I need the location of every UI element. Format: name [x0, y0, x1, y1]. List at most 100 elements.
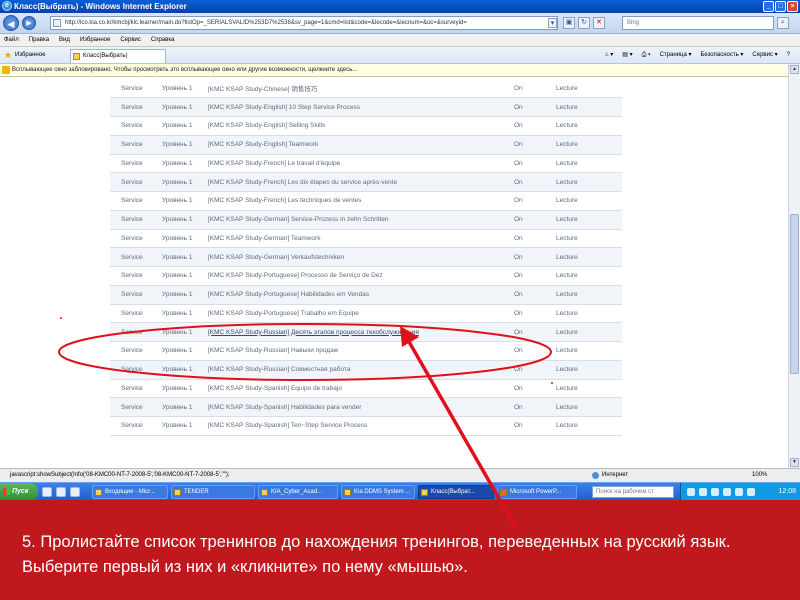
course-title-link-cell[interactable]: [KMC KSAP Study-French] Le travail d'équ… [206, 154, 514, 174]
address-bar[interactable]: http://lco.kia.co.kr/kmcbj/klc.learner/m… [50, 16, 558, 30]
quicklaunch-ie-icon[interactable] [42, 487, 52, 497]
course-title-link-cell[interactable]: [KMC KSAP Study-German] Service-Prozess … [206, 210, 514, 230]
print-icon[interactable]: ⎙ ▾ [642, 50, 651, 61]
course-title-link[interactable]: [KMC KSAP Study-French] Les dix étapes d… [208, 179, 397, 186]
course-title-link-cell[interactable]: [KMC KSAP Study-Chinese] 销售技巧 [206, 79, 514, 99]
course-title-link[interactable]: [KMC KSAP Study-English] Teamwork [208, 141, 318, 148]
task-tender-folder[interactable]: TENDER [171, 485, 255, 499]
menu-tools[interactable]: Сервис [120, 34, 141, 46]
course-title-link-cell[interactable]: [KMC KSAP Study-French] Les dix étapes d… [206, 172, 514, 192]
scroll-thumb[interactable] [790, 214, 799, 374]
course-title-link-cell[interactable]: [KMC KSAP Study-Spanish] Habilidades par… [206, 397, 514, 417]
task-class-select[interactable]: Класс(Выбрат... [418, 485, 494, 499]
popup-blocked-infobar[interactable]: Всплывающее окно заблокировано. Чтобы пр… [0, 64, 788, 77]
tray-volume-icon[interactable] [699, 488, 707, 496]
course-row[interactable]: Service Уровень 1 [KMC KSAP Study-Spanish]… [110, 416, 622, 436]
course-row[interactable]: Service Уровень 1 [KMC KSAP Study-Portugue… [110, 304, 622, 324]
tray-network-icon[interactable] [687, 488, 695, 496]
course-row[interactable]: Service Уровень 1 [KMC KSAP Study-French] … [110, 191, 622, 211]
course-row[interactable]: Service Уровень 1 [KMC KSAP Study-English]… [110, 97, 622, 117]
course-title-link-cell[interactable]: [KMC KSAP Study-German] Verkaufstechnike… [206, 247, 514, 267]
course-title-link-cell[interactable]: [KMC KSAP Study-Portuguese] Trabalho em … [206, 304, 514, 324]
course-row[interactable]: Service Уровень 1 [KMC KSAP Study-Russian]… [110, 360, 622, 380]
quicklaunch-explorer-icon[interactable] [70, 487, 80, 497]
scroll-up-arrow[interactable]: ▲ [790, 65, 799, 74]
course-row[interactable]: Service Уровень 1 [KMC KSAP Study-Spanish]… [110, 379, 622, 399]
course-title-link-cell[interactable]: [KMC KSAP Study-Portuguese] Habilidades … [206, 285, 514, 305]
course-title-link[interactable]: [KMC KSAP Study-German] Service-Prozess … [208, 216, 389, 223]
course-title-link[interactable]: [KMC KSAP Study-Russian] Навыки продаж [208, 347, 338, 354]
course-row[interactable]: Service Уровень 1 [KMC KSAP Study-German] … [110, 210, 622, 230]
tray-antivirus-icon[interactable] [747, 488, 755, 496]
course-title-link-cell[interactable]: [KMC KSAP Study-French] Les techniques d… [206, 191, 514, 211]
search-input[interactable]: Bing [622, 16, 774, 30]
start-button[interactable]: Пуск [0, 483, 38, 501]
course-title-link[interactable]: [KMC KSAP Study-German] Teamwork [208, 235, 320, 242]
vertical-scrollbar[interactable]: ▲ ▼ [788, 64, 800, 468]
scroll-down-arrow[interactable]: ▼ [790, 458, 799, 467]
command-page[interactable]: Страница ▾ [660, 50, 692, 61]
course-row[interactable]: Service Уровень 1 [KMC KSAP Study-French] … [110, 172, 622, 192]
course-title-link[interactable]: [KMC KSAP Study-Portuguese] Habilidades … [208, 291, 369, 298]
refresh-icon[interactable]: ↻ [578, 17, 590, 29]
course-row[interactable]: Service Уровень 1 [KMC KSAP Study-Portugue… [110, 266, 622, 286]
course-title-link[interactable]: [KMC KSAP Study-Spanish] Habilidades par… [208, 404, 361, 411]
favorites-button[interactable]: ★ Избранное [4, 50, 45, 61]
search-icon[interactable]: ⌕ [777, 17, 789, 29]
close-button[interactable]: × [787, 1, 798, 12]
command-safety[interactable]: Безопасность ▾ [700, 50, 743, 61]
course-title-link[interactable]: [KMC KSAP Study-Chinese] 销售技巧 [208, 86, 317, 93]
course-title-link-cell[interactable]: [KMC KSAP Study-Russian] Совместная рабо… [206, 360, 514, 380]
course-row[interactable]: Service Уровень 1 [KMC KSAP Study-German] … [110, 247, 622, 267]
task-kia-cyber[interactable]: KIA_Cyber_Acad... [258, 485, 338, 499]
tray-update-icon[interactable] [723, 488, 731, 496]
course-title-link[interactable]: [KMC KSAP Study-Portuguese] Trabalho em … [208, 310, 359, 317]
course-title-link[interactable]: [KMC KSAP Study-English] Selling Skills [208, 122, 325, 129]
course-title-link-cell[interactable]: [KMC KSAP Study-Spanish] Equipo de traba… [206, 379, 514, 399]
menu-edit[interactable]: Правка [29, 34, 49, 46]
course-title-link-cell[interactable]: [KMC KSAP Study-German] Teamwork [206, 229, 514, 249]
window-title-bar[interactable]: e Класс(Выбрать) - Windows Internet Expl… [0, 0, 800, 13]
course-title-link[interactable]: [KMC KSAP Study-German] Verkaufstechnike… [208, 254, 344, 261]
course-title-link[interactable]: [KMC KSAP Study-Russian] Совместная рабо… [208, 366, 350, 373]
course-row[interactable]: Service Уровень 1 [KMC KSAP Study-Chinese]… [110, 79, 622, 99]
course-title-link-cell[interactable]: [KMC KSAP Study-Russian] Навыки продаж [206, 341, 514, 361]
stop-icon[interactable]: ✕ [593, 17, 605, 29]
course-title-link[interactable]: [KMC KSAP Study-French] Le travail d'équ… [208, 160, 340, 167]
menu-view[interactable]: Вид [59, 34, 70, 46]
minimize-button[interactable]: _ [763, 1, 774, 12]
menu-favorites[interactable]: Избранное [80, 34, 110, 46]
course-row[interactable]: Service Уровень 1 [KMC KSAP Study-English]… [110, 135, 622, 155]
menu-help[interactable]: Справка [151, 34, 175, 46]
forward-button[interactable]: ▶ [22, 16, 36, 30]
course-row[interactable]: Service Уровень 1 [KMC KSAP Study-English]… [110, 116, 622, 136]
course-title-link[interactable]: [KMC KSAP Study-French] Les techniques d… [208, 197, 361, 204]
course-title-link[interactable]: [KMC KSAP Study-Spanish] Ten~Step Servic… [208, 422, 367, 429]
course-row[interactable]: Service Уровень 1 [KMC KSAP Study-German] … [110, 229, 622, 249]
command-tools[interactable]: Сервис ▾ [752, 50, 777, 61]
course-title-link-cell[interactable]: [KMC KSAP Study-English] Selling Skills [206, 116, 514, 136]
tray-security-icon[interactable] [711, 488, 719, 496]
course-row[interactable]: Service Уровень 1 [KMC KSAP Study-French] … [110, 154, 622, 174]
quicklaunch-desktop-icon[interactable] [56, 487, 66, 497]
course-row[interactable]: Service Уровень 1 [KMC KSAP Study-Portugue… [110, 285, 622, 305]
course-row[interactable]: Service Уровень 1 [KMC KSAP Study-Russian]… [110, 322, 622, 342]
task-kia-ddms[interactable]: Kia DDMS System ... [341, 485, 415, 499]
feeds-icon[interactable]: ▤ ▾ [622, 50, 632, 61]
command-help[interactable]: ? [787, 50, 790, 61]
home-icon[interactable]: ⌂ ▾ [605, 50, 613, 61]
course-title-link[interactable]: [KMC KSAP Study-English] 10 Step Service… [208, 104, 360, 111]
course-row[interactable]: Service Уровень 1 [KMC KSAP Study-Spanish]… [110, 397, 622, 417]
desktop-search-input[interactable]: Поиск на рабочем ст [592, 486, 674, 498]
maximize-button[interactable]: □ [775, 1, 786, 12]
zoom-level[interactable]: 100% [752, 469, 767, 482]
course-title-link-cell[interactable]: [KMC KSAP Study-English] 10 Step Service… [206, 97, 514, 117]
course-title-link-cell[interactable]: [KMC KSAP Study-Portuguese] Processo de … [206, 266, 514, 286]
course-title-link-cell[interactable]: [KMC KSAP Study-English] Teamwork [206, 135, 514, 155]
address-dropdown-button[interactable]: ▾ [548, 18, 557, 28]
course-title-link[interactable]: [KMC KSAP Study-Spanish] Equipo de traba… [208, 385, 342, 392]
task-powerpoint[interactable]: Microsoft PowerP... [497, 485, 577, 499]
course-title-link-cell[interactable]: [KMC KSAP Study-Russian] Десять этапов п… [206, 322, 514, 342]
tray-messenger-icon[interactable] [735, 488, 743, 496]
back-button[interactable]: ◀ [3, 15, 19, 31]
